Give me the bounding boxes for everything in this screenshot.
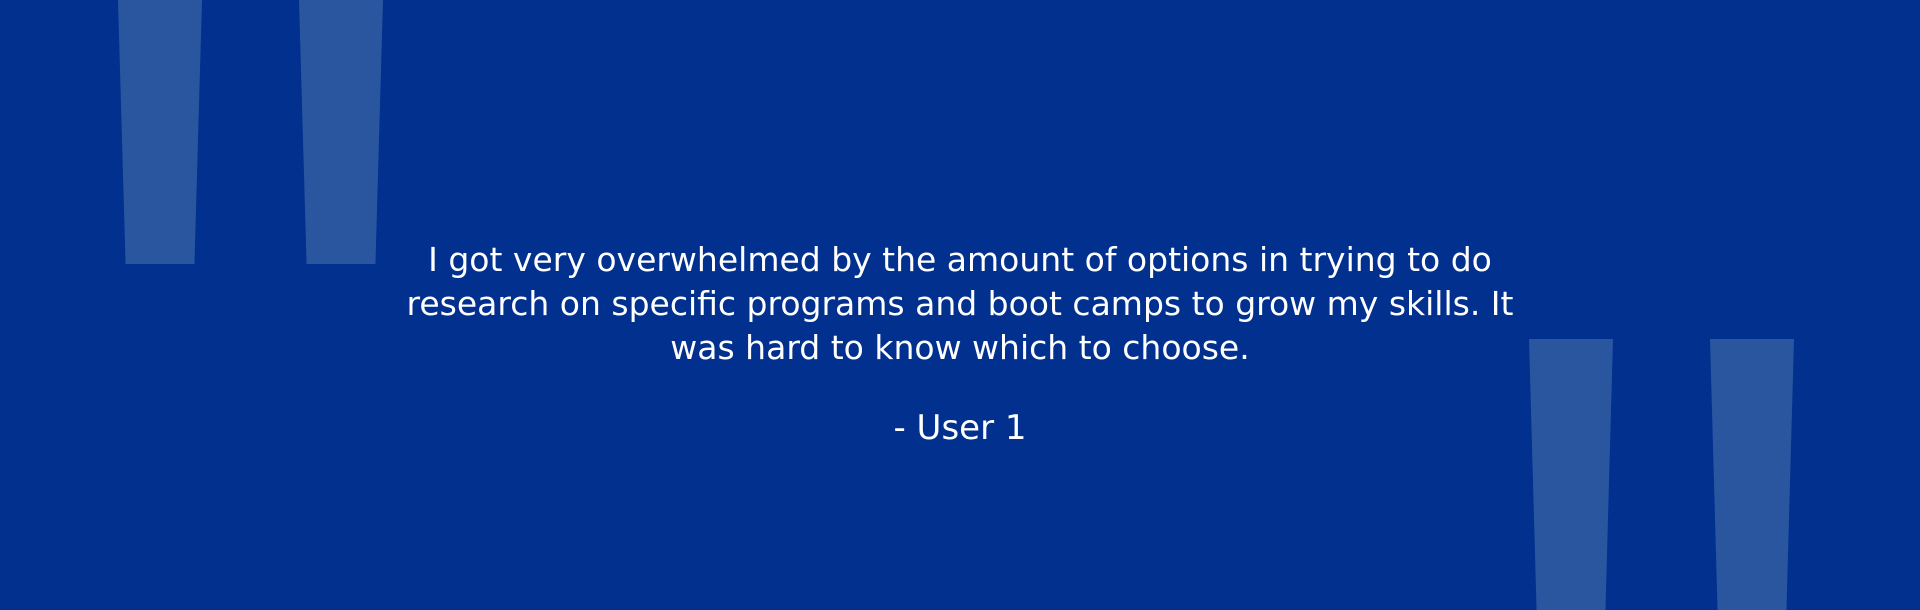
close-quote-icon (1529, 339, 1613, 610)
testimonial-quote: I got very overwhelmed by the amount of … (406, 240, 1514, 367)
open-quote-icon (118, 0, 202, 264)
testimonial-block: I got very overwhelmed by the amount of … (360, 238, 1560, 450)
close-quote-icon (1710, 339, 1794, 610)
open-quote-icon (299, 0, 383, 264)
testimonial-banner: I got very overwhelmed by the amount of … (0, 0, 1920, 610)
testimonial-author: - User 1 (893, 408, 1027, 448)
